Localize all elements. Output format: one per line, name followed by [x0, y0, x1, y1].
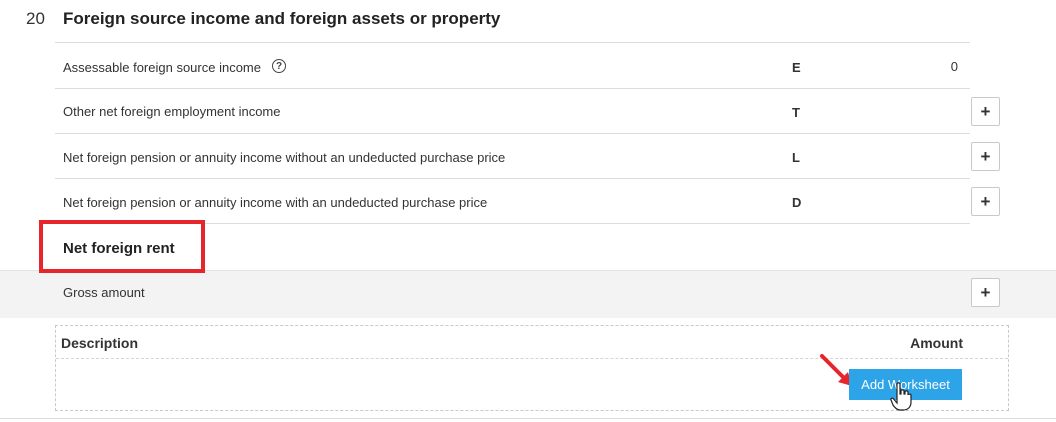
row-code-e: E — [792, 60, 801, 75]
gross-amount-label: Gross amount — [63, 285, 145, 300]
gross-amount-row — [0, 270, 1056, 318]
section-number: 20 — [26, 9, 45, 28]
row-label-pension-with-udp: Net foreign pension or annuity income wi… — [63, 195, 488, 210]
row-label-pension-without-udp: Net foreign pension or annuity income wi… — [63, 150, 506, 165]
row-label-other-foreign-employment: Other net foreign employment income — [63, 104, 281, 119]
divider — [0, 418, 1056, 419]
add-button-l[interactable]: + — [971, 142, 1000, 171]
add-button-t[interactable]: + — [971, 97, 1000, 126]
divider — [55, 42, 970, 43]
row-code-d: D — [792, 195, 802, 210]
add-button-d[interactable]: + — [971, 187, 1000, 216]
highlight-annotation-box — [39, 220, 205, 273]
divider — [55, 88, 970, 89]
help-icon[interactable]: ? — [272, 59, 286, 73]
divider — [55, 178, 970, 179]
worksheet-header-divider — [56, 358, 1008, 359]
add-button-gross-amount[interactable]: + — [971, 278, 1000, 307]
row-code-t: T — [792, 105, 800, 120]
worksheet-amount-header: Amount — [910, 335, 963, 351]
row-label-assessable-foreign-income: Assessable foreign source income — [63, 60, 261, 75]
section-title: Foreign source income and foreign assets… — [63, 9, 501, 28]
hand-cursor-icon — [890, 382, 912, 411]
row-value-e: 0 — [950, 59, 958, 74]
worksheet-description-header: Description — [61, 335, 139, 351]
divider — [55, 133, 970, 134]
row-code-l: L — [792, 150, 800, 165]
